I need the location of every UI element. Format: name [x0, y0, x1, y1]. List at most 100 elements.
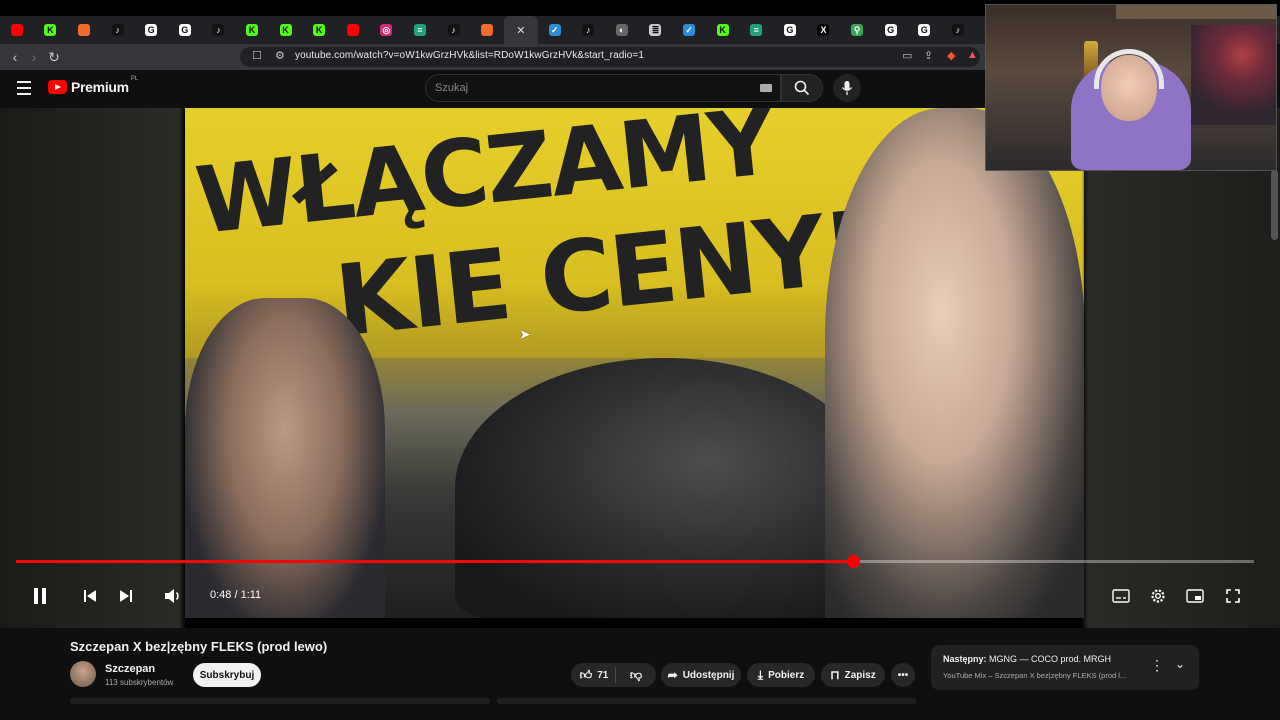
- google-icon: G: [918, 24, 931, 36]
- browser-tab[interactable]: ≡: [403, 16, 437, 44]
- browser-tab[interactable]: X: [807, 16, 841, 44]
- miniplayer-button[interactable]: [1184, 584, 1206, 608]
- background-light: [1191, 25, 1276, 125]
- brave-shield-icon[interactable]: ◆: [947, 49, 955, 62]
- browser-tab[interactable]: [0, 16, 34, 44]
- home-icon: [77, 24, 90, 36]
- browser-tab[interactable]: ✕: [503, 16, 538, 44]
- url-text[interactable]: youtube.com/watch?v=oW1kwGrzHVk&list=RDo…: [295, 50, 644, 61]
- browser-tab[interactable]: ◐: [605, 16, 639, 44]
- next-button[interactable]: [116, 584, 136, 608]
- page-scrollbar[interactable]: [1271, 170, 1278, 240]
- browser-tab[interactable]: ♪: [572, 16, 606, 44]
- share-label: Udostępnij: [682, 669, 735, 681]
- browser-tab[interactable]: ♪: [941, 16, 975, 44]
- browser-tab[interactable]: G: [168, 16, 202, 44]
- browser-tab[interactable]: ≣: [639, 16, 673, 44]
- fullscreen-icon: [1226, 589, 1240, 603]
- menu-icon[interactable]: [17, 81, 31, 95]
- channel-avatar[interactable]: [70, 661, 96, 687]
- dislike-button[interactable]: 👎︎: [616, 663, 656, 687]
- up-next-title[interactable]: MGNG — COCO prod. MRGH: [989, 654, 1111, 664]
- address-bar[interactable]: ☐ ⚙ youtube.com/watch?v=oW1kwGrzHVk&list…: [240, 47, 980, 67]
- download-icon: ⤓: [757, 667, 764, 682]
- up-next-subtitle: YouTube Mix – Szczepan X bez|zębny FLEKS…: [943, 671, 1127, 680]
- browser-tab[interactable]: [470, 16, 504, 44]
- kick-icon: K: [245, 24, 258, 36]
- more-vertical-icon[interactable]: ⋮: [1150, 657, 1164, 674]
- browser-tab[interactable]: G: [773, 16, 807, 44]
- youtube-logo[interactable]: Premium PL: [48, 76, 139, 95]
- channel-name[interactable]: Szczepan: [105, 663, 155, 675]
- keyboard-icon[interactable]: [760, 84, 772, 92]
- like-count: 71: [597, 669, 609, 681]
- fullscreen-button[interactable]: [1222, 584, 1244, 608]
- scrubber-handle[interactable]: [846, 555, 860, 568]
- next-icon: [120, 590, 132, 602]
- shelf: [1116, 5, 1276, 19]
- download-button[interactable]: ⤓ Pobierz: [747, 663, 815, 687]
- kick-icon: K: [44, 24, 57, 36]
- browser-tab[interactable]: G: [874, 16, 908, 44]
- subtitles-button[interactable]: [1110, 584, 1132, 608]
- browser-tab[interactable]: K: [706, 16, 740, 44]
- progress-bar[interactable]: [16, 555, 1254, 568]
- browser-tab[interactable]: [336, 16, 370, 44]
- reload-icon[interactable]: ↻: [45, 48, 63, 66]
- bird-icon: ✓: [683, 24, 696, 36]
- instagram-icon: ◎: [380, 24, 393, 36]
- tiktok-icon: ♪: [951, 24, 964, 36]
- search-button[interactable]: [781, 74, 823, 102]
- site-info-icon[interactable]: ⚙: [275, 49, 285, 62]
- browser-tab[interactable]: K: [235, 16, 269, 44]
- car: [455, 358, 875, 618]
- up-next-line: Następny: MGNG — COCO prod. MRGH: [943, 654, 1111, 664]
- browser-tab[interactable]: K: [34, 16, 68, 44]
- browser-tab[interactable]: ✓: [672, 16, 706, 44]
- settings-button[interactable]: [1147, 584, 1169, 608]
- browser-tab[interactable]: ♪: [101, 16, 135, 44]
- browser-tab[interactable]: G: [134, 16, 168, 44]
- cast-icon[interactable]: ▭: [902, 49, 912, 62]
- forward-icon[interactable]: ›: [25, 48, 43, 66]
- brave-rewards-icon[interactable]: ▲: [967, 49, 978, 61]
- subscribe-button[interactable]: Subskrybuj: [193, 663, 261, 687]
- back-icon[interactable]: ‹: [6, 48, 24, 66]
- browser-tab[interactable]: G: [907, 16, 941, 44]
- bookmark-icon[interactable]: ☐: [252, 49, 262, 62]
- browser-tab[interactable]: K: [269, 16, 303, 44]
- browser-tab[interactable]: ♪: [202, 16, 236, 44]
- google-icon: G: [783, 24, 796, 36]
- maps-icon: ⚲: [851, 24, 864, 36]
- browser-tab[interactable]: ⚲: [840, 16, 874, 44]
- gear-icon: [1151, 589, 1165, 603]
- microphone-icon: [841, 81, 853, 95]
- browser-tab[interactable]: [67, 16, 101, 44]
- country-code: PL: [130, 76, 139, 82]
- time-display: 0:48 / 1:11: [210, 589, 262, 601]
- previous-button[interactable]: [80, 584, 100, 608]
- up-next-card[interactable]: Następny: MGNG — COCO prod. MRGH YouTube…: [931, 645, 1199, 690]
- browser-tab[interactable]: ✓: [538, 16, 572, 44]
- volume-button[interactable]: [162, 584, 184, 608]
- like-button[interactable]: 👍︎ 71: [571, 663, 617, 687]
- browser-tab[interactable]: ◎: [370, 16, 404, 44]
- voice-search-button[interactable]: [833, 74, 861, 102]
- pause-button[interactable]: [28, 584, 52, 608]
- tiktok-icon: ♪: [111, 24, 124, 36]
- description-placeholder: [70, 698, 490, 704]
- search-input[interactable]: Szukaj: [425, 74, 781, 102]
- more-actions-button[interactable]: •••: [891, 663, 915, 687]
- share-button[interactable]: ➦ Udostępnij: [661, 663, 741, 687]
- chevron-down-icon[interactable]: ⌄: [1175, 657, 1185, 671]
- video-player[interactable]: WŁĄCZAMY KIE CENY! ➤ 0:48 / 1:11: [0, 108, 1280, 628]
- browser-tab[interactable]: ≡: [739, 16, 773, 44]
- share-page-icon[interactable]: ⇪: [924, 49, 933, 62]
- browser-tab[interactable]: ♪: [437, 16, 471, 44]
- browser-tab[interactable]: K: [302, 16, 336, 44]
- save-button[interactable]: ⊓ Zapisz: [821, 663, 885, 687]
- webcam-overlay: [985, 4, 1277, 171]
- headphones: [1094, 49, 1164, 89]
- chat-icon: ≡: [413, 24, 426, 36]
- video-frame[interactable]: WŁĄCZAMY KIE CENY!: [185, 108, 1084, 618]
